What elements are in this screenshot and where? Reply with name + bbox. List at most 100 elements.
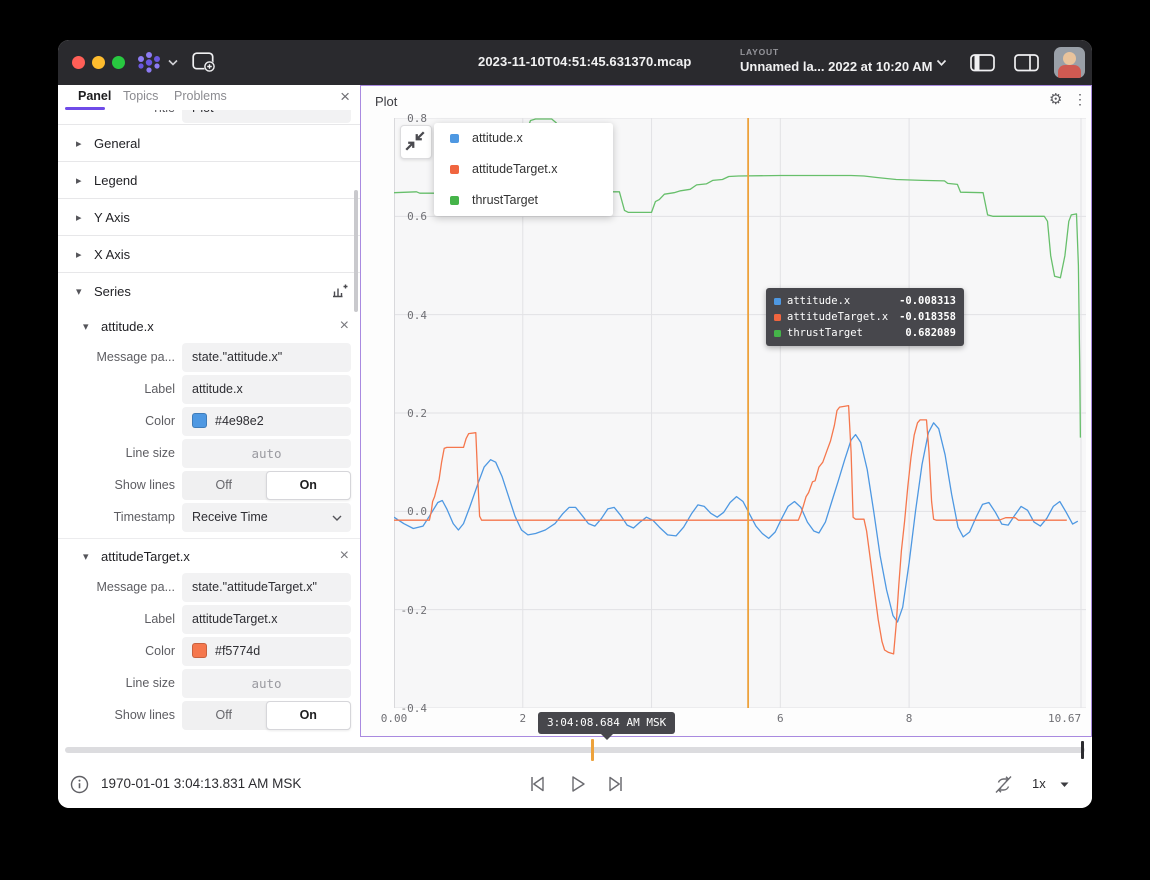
legend-color-swatch bbox=[450, 134, 459, 143]
loop-off-icon[interactable] bbox=[993, 774, 1014, 795]
legend-card: attitude.x attitudeTarget.xthrustTarget bbox=[434, 123, 613, 216]
y-tick-label: -0.2 bbox=[367, 604, 427, 617]
field-row-show-lines: Show linesOffOn bbox=[58, 471, 360, 500]
legend-item-attitudetarget-x[interactable]: attitudeTarget.x bbox=[434, 154, 613, 185]
line-size-input[interactable]: auto bbox=[182, 669, 351, 698]
settings-sections: ▸General▸Legend▸Y Axis▸X Axis bbox=[58, 124, 360, 272]
message-pa-input[interactable]: state."attitudeTarget.x" bbox=[182, 573, 351, 602]
right-sidebar-toggle[interactable] bbox=[1014, 54, 1040, 72]
skip-forward-button[interactable] bbox=[605, 773, 626, 795]
caret-right-icon: ▸ bbox=[76, 174, 84, 187]
remove-series-icon[interactable]: × bbox=[340, 547, 349, 565]
legend-label: attitude.x bbox=[472, 131, 523, 145]
seek-playhead[interactable] bbox=[591, 739, 594, 761]
time-tooltip-text: 3:04:08.684 AM MSK bbox=[547, 716, 666, 729]
color-hex-value: #4e98e2 bbox=[215, 414, 264, 428]
panel-settings-gear-icon[interactable]: ⚙ bbox=[1049, 90, 1062, 108]
tooltip-row: attitudeTarget.x-0.018358 bbox=[774, 309, 956, 325]
skip-back-button[interactable] bbox=[527, 773, 548, 795]
field-label: Show lines bbox=[58, 701, 175, 730]
playback-speed-label[interactable]: 1x bbox=[1032, 776, 1046, 791]
legend-item-attitude-x[interactable]: attitude.x bbox=[434, 123, 613, 154]
chevron-down-icon bbox=[332, 515, 342, 521]
toggle-option-off[interactable]: Off bbox=[182, 471, 266, 500]
field-label: Show lines bbox=[58, 471, 175, 500]
toggle-option-on[interactable]: On bbox=[266, 471, 352, 500]
close-sidebar-icon[interactable]: × bbox=[340, 87, 350, 107]
section-legend[interactable]: ▸Legend bbox=[58, 161, 360, 198]
color-input[interactable]: #4e98e2 bbox=[182, 407, 351, 436]
select-value: Receive Time bbox=[192, 510, 268, 524]
caret-down-icon: ▾ bbox=[76, 285, 84, 298]
plot-panel[interactable]: Plot ⚙ ⋮ 0.80.60.40.20.0-0.2-0.4 0.00246… bbox=[360, 85, 1092, 737]
seek-bar[interactable] bbox=[65, 747, 1085, 753]
message-pa-input[interactable]: state."attitude.x" bbox=[182, 343, 351, 372]
add-series-icon[interactable] bbox=[331, 283, 348, 299]
series-line-attitude-x bbox=[394, 423, 1078, 622]
section-series[interactable]: ▾ Series bbox=[58, 272, 360, 309]
field-row-color: Color#f5774d bbox=[58, 637, 360, 666]
title-field-label: Title bbox=[58, 110, 175, 123]
title-field-row-clipped: Title Plot bbox=[58, 110, 360, 124]
traffic-close-button[interactable] bbox=[72, 56, 85, 69]
color-swatch[interactable] bbox=[192, 643, 207, 658]
panel-menu-kebab-icon[interactable]: ⋮ bbox=[1073, 91, 1087, 108]
traffic-zoom-button[interactable] bbox=[112, 56, 125, 69]
field-label: Color bbox=[58, 407, 175, 436]
timestamp-select[interactable]: Receive Time bbox=[182, 503, 351, 532]
sidebar-scrollbar[interactable] bbox=[354, 190, 358, 312]
add-panel-icon[interactable] bbox=[192, 52, 216, 73]
remove-series-icon[interactable]: × bbox=[340, 317, 349, 335]
tooltip-series-name: thrustTarget bbox=[787, 327, 863, 339]
tab-topics[interactable]: Topics bbox=[123, 89, 158, 103]
legend-item-thrusttarget[interactable]: thrustTarget bbox=[434, 185, 613, 216]
show-lines-toggle: OffOn bbox=[182, 471, 351, 500]
section-label: General bbox=[94, 136, 140, 151]
field-row-show-lines: Show linesOffOn bbox=[58, 701, 360, 730]
series-name: attitude.x bbox=[101, 319, 154, 334]
field-label: Label bbox=[58, 375, 175, 404]
section-general[interactable]: ▸General bbox=[58, 124, 360, 161]
screen-background: 2023-11-10T04:51:45.631370.mcap LAYOUT U… bbox=[0, 0, 1150, 880]
toggle-option-on[interactable]: On bbox=[266, 701, 352, 730]
section-label: Y Axis bbox=[94, 210, 130, 225]
color-swatch[interactable] bbox=[192, 413, 207, 428]
collapse-legend-button[interactable] bbox=[400, 125, 432, 159]
toggle-option-off[interactable]: Off bbox=[182, 701, 266, 730]
label-input[interactable]: attitudeTarget.x bbox=[182, 605, 351, 634]
field-row-line-size: Line sizeauto bbox=[58, 439, 360, 468]
show-lines-toggle: OffOn bbox=[182, 701, 351, 730]
user-avatar[interactable] bbox=[1054, 47, 1085, 78]
x-tick-label: 6 bbox=[760, 712, 800, 725]
layout-name[interactable]: Unnamed la... 2022 at 10:20 AM bbox=[740, 59, 932, 74]
y-tick-label: 0.0 bbox=[367, 505, 427, 518]
tooltip-color-swatch bbox=[774, 298, 781, 305]
tab-panel[interactable]: Panel bbox=[78, 89, 111, 103]
speed-chevron-icon[interactable] bbox=[1059, 781, 1070, 789]
series-header-attitudetarget-x[interactable]: ▾attitudeTarget.x× bbox=[58, 538, 360, 573]
section-y-axis[interactable]: ▸ Y Axis bbox=[58, 198, 360, 235]
caret-right-icon: ▸ bbox=[76, 211, 84, 224]
field-row-label: LabelattitudeTarget.x bbox=[58, 605, 360, 634]
color-input[interactable]: #f5774d bbox=[182, 637, 351, 666]
layout-chevron-icon[interactable] bbox=[936, 59, 947, 67]
file-title: 2023-11-10T04:51:45.631370.mcap bbox=[478, 54, 691, 69]
title-field-input[interactable]: Plot bbox=[182, 110, 351, 123]
tooltip-series-name: attitude.x bbox=[787, 295, 850, 307]
field-row-label: Labelattitude.x bbox=[58, 375, 360, 404]
label-input[interactable]: attitude.x bbox=[182, 375, 351, 404]
series-header-attitude-x[interactable]: ▾attitude.x× bbox=[58, 309, 360, 343]
info-icon[interactable] bbox=[70, 775, 89, 794]
left-sidebar-toggle[interactable] bbox=[970, 54, 996, 72]
section-x-axis[interactable]: ▸X Axis bbox=[58, 235, 360, 272]
color-hex-value: #f5774d bbox=[215, 644, 260, 658]
traffic-minimize-button[interactable] bbox=[92, 56, 105, 69]
tooltip-series-name: attitudeTarget.x bbox=[787, 311, 888, 323]
play-button[interactable] bbox=[567, 773, 588, 795]
line-size-input[interactable]: auto bbox=[182, 439, 351, 468]
field-row-message-pa: Message pa...state."attitude.x" bbox=[58, 343, 360, 372]
tab-problems[interactable]: Problems bbox=[174, 89, 227, 103]
settings-sidebar: PanelTopicsProblems× Title Plot ▸General… bbox=[58, 85, 360, 737]
field-label: Line size bbox=[58, 669, 175, 698]
app-menu-chevron-icon[interactable] bbox=[168, 59, 178, 66]
